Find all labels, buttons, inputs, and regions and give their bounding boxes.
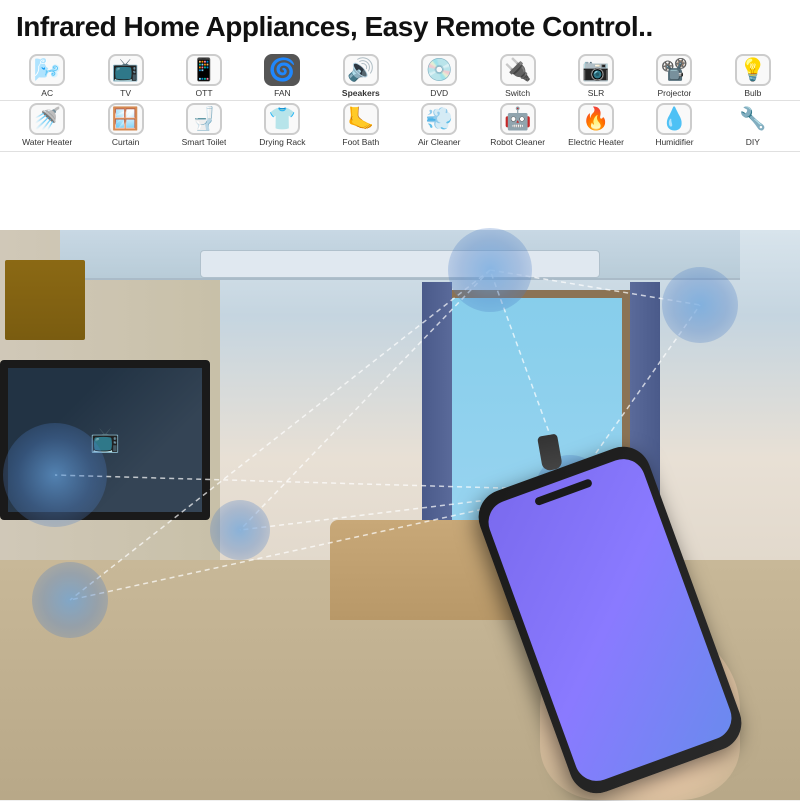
blue-circle-0 bbox=[3, 423, 107, 527]
bookshelf bbox=[5, 260, 85, 340]
robot-cleaner-icon: 🤖 bbox=[500, 103, 536, 135]
foot-bath-icon: 🦶 bbox=[343, 103, 379, 135]
drying-rack-label: Drying Rack bbox=[259, 137, 305, 147]
icons-area: Infrared Home Appliances, Easy Remote Co… bbox=[0, 0, 800, 152]
blue-circle-3 bbox=[448, 228, 532, 312]
speakers-icon: 🔊 bbox=[343, 54, 379, 86]
main-container: Infrared Home Appliances, Easy Remote Co… bbox=[0, 0, 800, 800]
appliance-electric-heater[interactable]: 🔥 Electric Heater bbox=[557, 103, 635, 147]
appliance-humidifier[interactable]: 💧 Humidifier bbox=[635, 103, 713, 147]
phone-notch bbox=[534, 478, 593, 506]
curtain-icon: 🪟 bbox=[108, 103, 144, 135]
appliance-curtain[interactable]: 🪟 Curtain bbox=[86, 103, 164, 147]
appliance-ott[interactable]: 📱 OTT bbox=[165, 54, 243, 98]
ott-icon: 📱 bbox=[186, 54, 222, 86]
appliance-smart-toilet[interactable]: 🚽 Smart Toilet bbox=[165, 103, 243, 147]
header: Infrared Home Appliances, Easy Remote Co… bbox=[0, 0, 800, 48]
diy-label: DIY bbox=[746, 137, 760, 147]
switch-label: Switch bbox=[505, 88, 530, 98]
bulb-icon: 💡 bbox=[735, 54, 771, 86]
humidifier-icon: 💧 bbox=[656, 103, 692, 135]
smart-toilet-label: Smart Toilet bbox=[182, 137, 227, 147]
separator-2 bbox=[0, 151, 800, 152]
appliance-speakers[interactable]: 🔊 Speakers bbox=[322, 54, 400, 98]
smart-toilet-icon: 🚽 bbox=[186, 103, 222, 135]
appliance-foot-bath[interactable]: 🦶 Foot Bath bbox=[322, 103, 400, 147]
appliance-tv[interactable]: 📺 TV bbox=[86, 54, 164, 98]
ac-label: AC bbox=[41, 88, 53, 98]
page-title: Infrared Home Appliances, Easy Remote Co… bbox=[16, 10, 784, 44]
electric-heater-icon: 🔥 bbox=[578, 103, 614, 135]
humidifier-label: Humidifier bbox=[655, 137, 693, 147]
appliances-row-1: 🌬️ AC 📺 TV 📱 OTT 🌀 FAN 🔊 Speakers 💿 DVD 🔌 Switch 📷 SLR 📽… bbox=[0, 48, 800, 100]
water-heater-label: Water Heater bbox=[22, 137, 72, 147]
foot-bath-label: Foot Bath bbox=[342, 137, 379, 147]
ac-icon: 🌬️ bbox=[29, 54, 65, 86]
appliance-fan[interactable]: 🌀 FAN bbox=[243, 54, 321, 98]
air-cleaner-icon: 💨 bbox=[421, 103, 457, 135]
fan-label: FAN bbox=[274, 88, 291, 98]
speakers-label: Speakers bbox=[342, 88, 380, 98]
blue-circle-2 bbox=[210, 500, 270, 560]
water-heater-icon: 🚿 bbox=[29, 103, 65, 135]
curtain-label: Curtain bbox=[112, 137, 139, 147]
appliance-water-heater[interactable]: 🚿 Water Heater bbox=[8, 103, 86, 147]
switch-icon: 🔌 bbox=[500, 54, 536, 86]
curtain-left bbox=[422, 282, 452, 550]
appliance-air-cleaner[interactable]: 💨 Air Cleaner bbox=[400, 103, 478, 147]
drying-rack-icon: 👕 bbox=[264, 103, 300, 135]
appliance-projector[interactable]: 📽️ Projector bbox=[635, 54, 713, 98]
appliance-switch[interactable]: 🔌 Switch bbox=[478, 54, 556, 98]
robot-cleaner-label: Robot Cleaner bbox=[490, 137, 545, 147]
appliance-drying-rack[interactable]: 👕 Drying Rack bbox=[243, 103, 321, 147]
blue-circle-4 bbox=[662, 267, 738, 343]
diy-icon: 🔧 bbox=[735, 103, 771, 135]
appliance-bulb[interactable]: 💡 Bulb bbox=[714, 54, 792, 98]
appliance-slr[interactable]: 📷 SLR bbox=[557, 54, 635, 98]
slr-label: SLR bbox=[588, 88, 605, 98]
projector-icon: 📽️ bbox=[656, 54, 692, 86]
air-cleaner-label: Air Cleaner bbox=[418, 137, 461, 147]
appliance-ac[interactable]: 🌬️ AC bbox=[8, 54, 86, 98]
ott-label: OTT bbox=[196, 88, 213, 98]
dvd-label: DVD bbox=[430, 88, 448, 98]
appliance-robot-cleaner[interactable]: 🤖 Robot Cleaner bbox=[478, 103, 556, 147]
tv-icon: 📺 bbox=[108, 54, 144, 86]
fan-icon: 🌀 bbox=[264, 54, 300, 86]
blue-circle-1 bbox=[32, 562, 108, 638]
tv-label: TV bbox=[120, 88, 131, 98]
appliances-row-2: 🚿 Water Heater 🪟 Curtain 🚽 Smart Toilet 👕 Dryin… bbox=[0, 101, 800, 151]
bulb-label: Bulb bbox=[744, 88, 761, 98]
appliance-diy[interactable]: 🔧 DIY bbox=[714, 103, 792, 147]
ac-unit bbox=[200, 250, 600, 278]
projector-label: Projector bbox=[657, 88, 691, 98]
electric-heater-label: Electric Heater bbox=[568, 137, 624, 147]
appliance-dvd[interactable]: 💿 DVD bbox=[400, 54, 478, 98]
dvd-icon: 💿 bbox=[421, 54, 457, 86]
slr-icon: 📷 bbox=[578, 54, 614, 86]
